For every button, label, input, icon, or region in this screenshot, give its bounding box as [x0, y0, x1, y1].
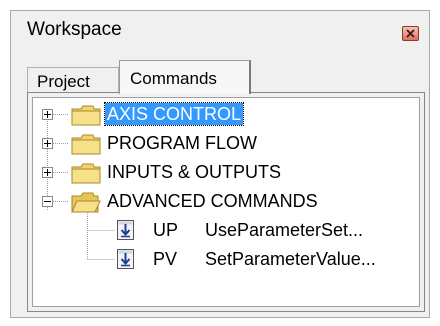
command-code: UP [153, 220, 179, 240]
tree-folder-advanced-commands[interactable]: ADVANCED COMMANDS [33, 187, 413, 217]
download-command-icon [117, 220, 134, 240]
folder-closed-icon [71, 134, 101, 155]
close-x-icon [406, 29, 415, 38]
folder-closed-icon [71, 105, 101, 126]
folder-label: INPUTS & OUTPUTS [107, 162, 282, 182]
tab-project[interactable]: Project [27, 67, 119, 93]
expand-plus-icon[interactable] [42, 167, 53, 178]
tree-folder-program-flow[interactable]: PROGRAM FLOW [33, 129, 413, 159]
tab-commands[interactable]: Commands [119, 60, 251, 94]
window-title: Workspace [27, 19, 122, 40]
expand-plus-icon[interactable] [42, 138, 53, 149]
expand-plus-icon[interactable] [42, 109, 53, 120]
command-name: SetParameterValue... [205, 249, 376, 269]
folder-label: ADVANCED COMMANDS [107, 191, 318, 211]
command-name: UseParameterSet... [205, 220, 364, 240]
workspace-titlebar: Workspace [11, 11, 429, 51]
tab-strip: Project Commands [11, 57, 429, 94]
tree-command-item[interactable]: PV SetParameterValue... [33, 245, 413, 275]
commands-panel: AXIS CONTROL PROGRAM FLOW INPUTS & OUTPU… [27, 92, 425, 312]
tree-folder-axis-control[interactable]: AXIS CONTROL [33, 100, 413, 130]
command-tree[interactable]: AXIS CONTROL PROGRAM FLOW INPUTS & OUTPU… [32, 97, 420, 307]
tree-folder-inputs-outputs[interactable]: INPUTS & OUTPUTS [33, 158, 413, 188]
folder-label: AXIS CONTROL [103, 102, 245, 126]
folder-closed-icon [71, 163, 101, 184]
download-command-icon [117, 249, 134, 269]
workspace-window: Workspace Project Commands AXIS CONTROL … [10, 10, 430, 318]
close-button[interactable] [402, 26, 419, 41]
collapse-minus-icon[interactable] [42, 196, 53, 207]
folder-label: PROGRAM FLOW [107, 133, 258, 153]
command-code: PV [153, 249, 178, 269]
folder-open-icon [71, 192, 101, 213]
tree-command-item[interactable]: UP UseParameterSet... [33, 216, 413, 246]
